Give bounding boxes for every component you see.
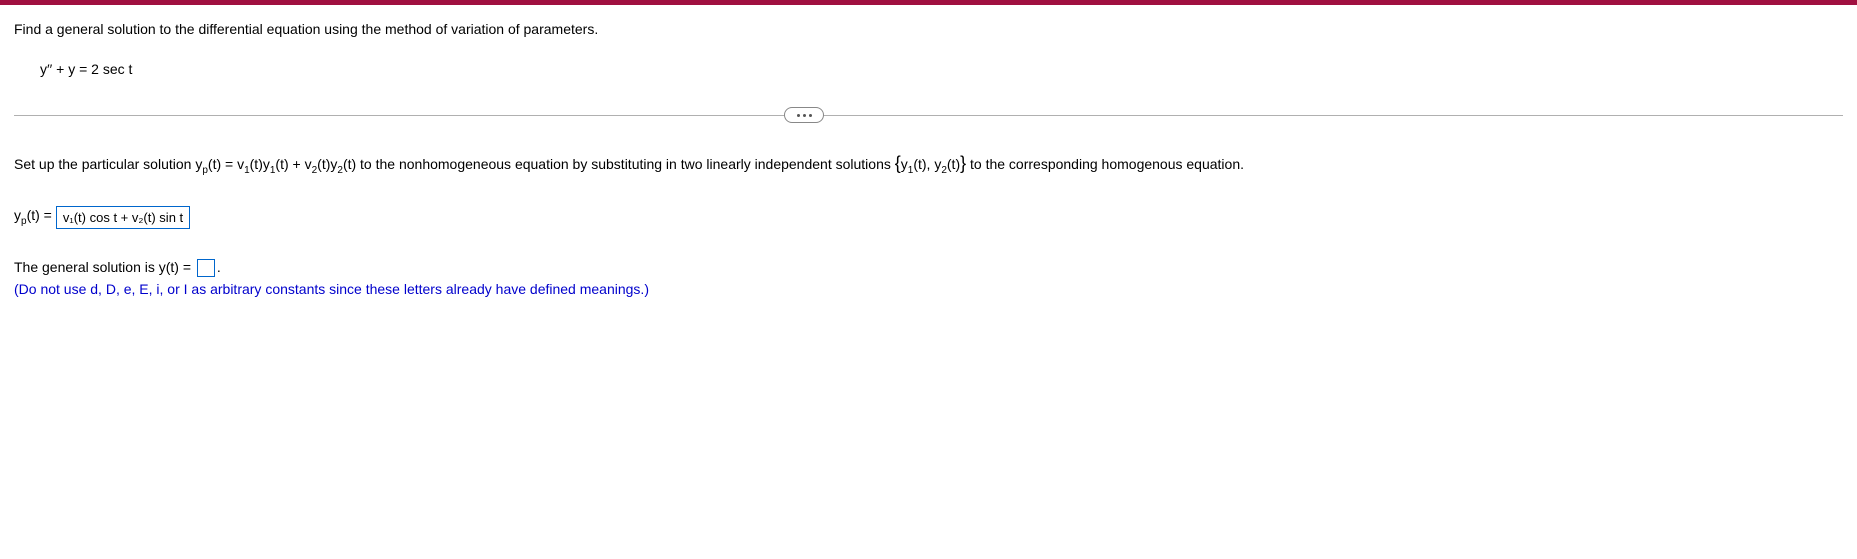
yp-p2: (t) + v bbox=[275, 156, 311, 172]
general-prefix: The general solution is y(t) = bbox=[14, 259, 195, 275]
setup-suffix: to the corresponding homogenous equation… bbox=[966, 156, 1244, 172]
section-divider bbox=[14, 107, 1843, 123]
expand-button[interactable] bbox=[784, 107, 824, 123]
yp-eq: (t) = bbox=[27, 207, 52, 223]
yp-p1: (t)y bbox=[250, 156, 270, 172]
general-period: . bbox=[217, 259, 221, 275]
setup-prefix: Set up the particular solution bbox=[14, 156, 195, 172]
yp-t: (t) = v bbox=[208, 156, 244, 172]
particular-solution-line: yp(t) = v₁(t) cos t + v₂(t) sin t bbox=[14, 206, 1843, 229]
set-y1: y bbox=[901, 156, 908, 172]
yp-y: y bbox=[14, 207, 21, 223]
yp-p4: (t) to the nonhomogeneous equation by su… bbox=[343, 156, 895, 172]
divider-line bbox=[14, 115, 1843, 116]
general-solution-line: The general solution is y(t) = . bbox=[14, 259, 1843, 277]
general-solution-input[interactable] bbox=[197, 259, 215, 277]
yp-p3: (t)y bbox=[317, 156, 337, 172]
constants-note: (Do not use d, D, e, E, i, or I as arbit… bbox=[14, 281, 1843, 297]
yp-label: yp(t) = bbox=[14, 207, 52, 227]
content-area: Find a general solution to the different… bbox=[0, 5, 1857, 313]
setup-instruction: Set up the particular solution yp(t) = v… bbox=[14, 153, 1843, 176]
dots-icon bbox=[803, 114, 806, 117]
differential-equation: y′′ + y = 2 sec t bbox=[40, 61, 1843, 77]
set-y2t: (t) bbox=[947, 156, 960, 172]
problem-instruction: Find a general solution to the different… bbox=[14, 21, 1843, 37]
set-y1t: (t), y bbox=[913, 156, 941, 172]
particular-solution-input[interactable]: v₁(t) cos t + v₂(t) sin t bbox=[56, 206, 190, 229]
